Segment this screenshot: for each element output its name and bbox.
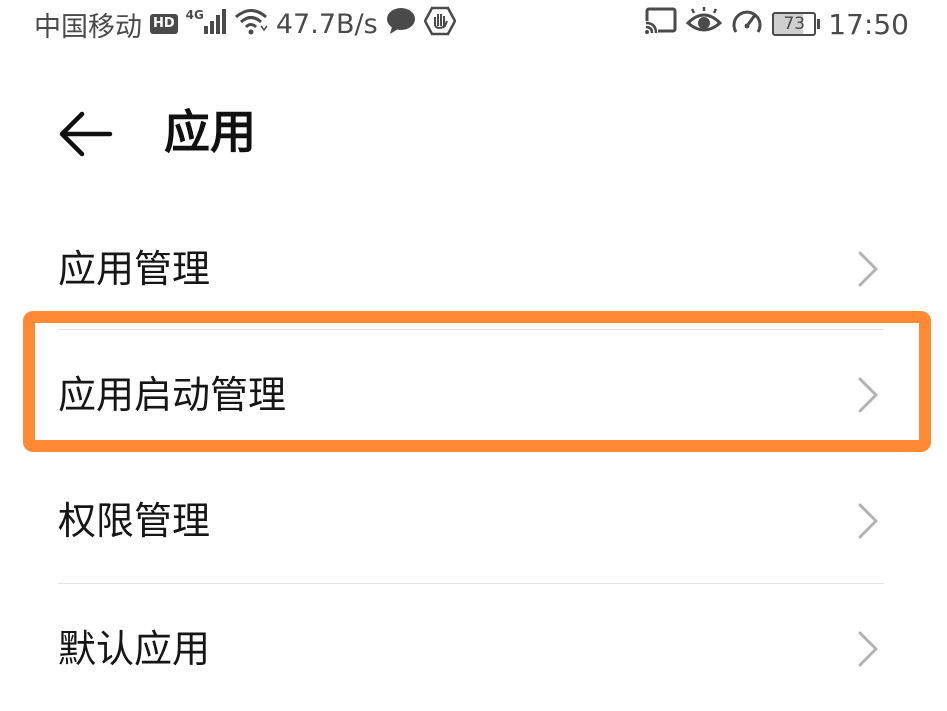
net-speed: 47.7B/s xyxy=(275,8,378,40)
menu-item-label: 默认应用 xyxy=(58,627,211,671)
wifi-icon xyxy=(234,7,268,42)
hand-shield-icon xyxy=(423,6,457,43)
chevron-right-icon xyxy=(858,503,878,539)
app-bar: 应用 xyxy=(0,90,947,174)
menu-item-label: 应用管理 xyxy=(58,247,211,291)
menu-item-default-apps[interactable]: 默认应用 xyxy=(0,585,947,711)
back-button[interactable] xyxy=(52,102,116,166)
hd-badge: HD xyxy=(150,14,178,34)
menu-item-label: 权限管理 xyxy=(58,499,211,543)
arrow-left-icon xyxy=(59,111,113,157)
status-bar: 中国移动 HD 4G 47.7B/s 73 17:50 xyxy=(0,0,947,48)
chevron-right-icon xyxy=(858,377,878,413)
network-type: 4G xyxy=(185,8,204,22)
menu-item-label: 应用启动管理 xyxy=(58,373,287,417)
cast-icon xyxy=(644,7,678,42)
menu-item-app-launch-management[interactable]: 应用启动管理 xyxy=(0,331,947,457)
list-divider xyxy=(58,329,884,330)
chevron-right-icon xyxy=(858,631,878,667)
speed-gauge-icon xyxy=(730,6,764,43)
chat-bubble-icon xyxy=(386,7,416,42)
status-bar-left: 中国移动 HD 4G 47.7B/s xyxy=(34,6,464,43)
clock: 17:50 xyxy=(828,7,909,41)
list-divider xyxy=(58,583,884,584)
eye-icon xyxy=(686,6,723,42)
battery-icon: 73 xyxy=(772,12,821,36)
page-title: 应用 xyxy=(164,105,256,159)
status-bar-right: 73 17:50 xyxy=(644,6,909,42)
menu-item-app-management[interactable]: 应用管理 xyxy=(0,205,947,331)
chevron-right-icon xyxy=(858,251,878,287)
menu-item-permission-management[interactable]: 权限管理 xyxy=(0,457,947,583)
signal-bars-icon xyxy=(203,8,226,41)
carrier-name: 中国移动 xyxy=(34,11,142,43)
battery-level: 73 xyxy=(772,12,817,36)
